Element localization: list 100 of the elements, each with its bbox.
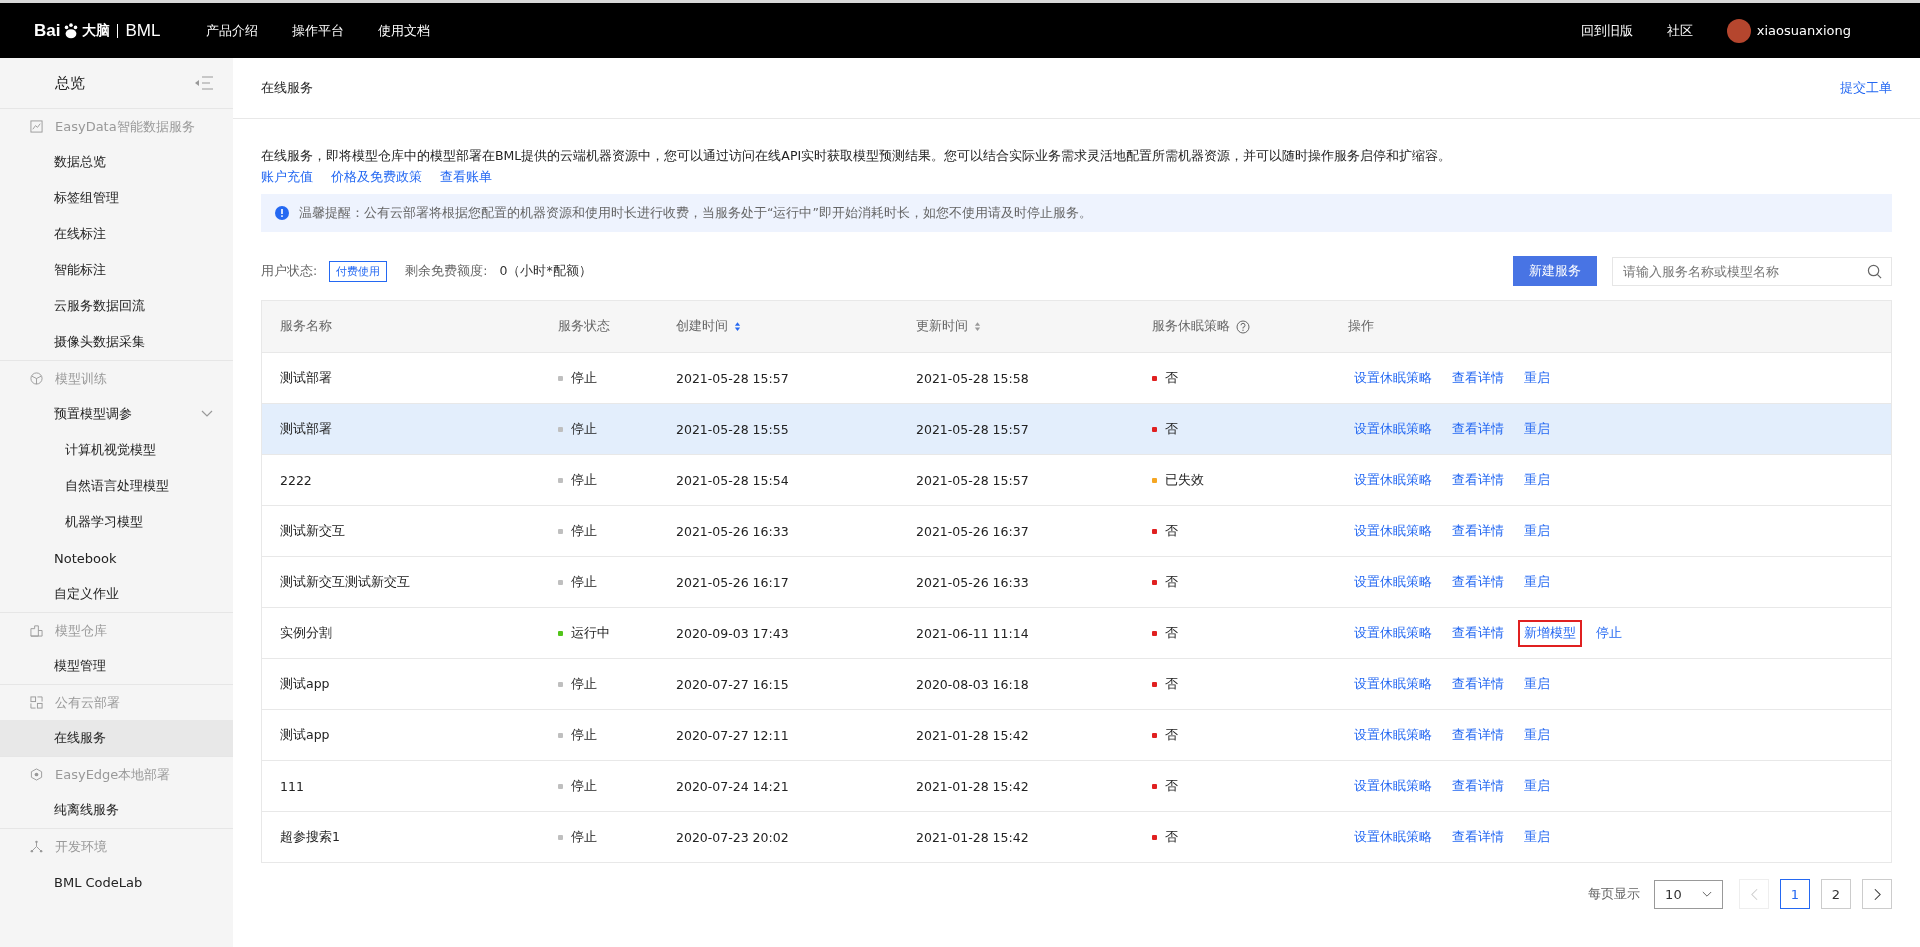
table-row[interactable]: 测试app 停止 2020-07-27 12:11 2021-01-28 15:42 否 设置休眠策略 查看详情 重启 [262,709,1891,760]
sidebar-item[interactable]: 标签组管理 [0,180,233,216]
sidebar-item[interactable]: 模型管理 [0,648,233,684]
action-link[interactable]: 重启 [1518,517,1556,545]
action-link[interactable]: 重启 [1518,364,1556,392]
next-page-button[interactable] [1862,879,1892,909]
action-link[interactable]: 重启 [1518,415,1556,443]
chevron-left-icon [1750,887,1758,901]
table-cell-text: 2021-05-28 15:57 [676,370,790,386]
sidebar-section-label: 开发环境 [55,837,107,856]
table-row[interactable]: 测试新交互测试新交互 停止 2021-05-26 16:17 2021-05-26 16:33 否 设置休眠策略 查看详情 重启 [262,556,1891,607]
sort-icon[interactable] [974,321,981,332]
alert-text: 温馨提醒：公有云部署将根据您配置的机器资源和使用时长进行收费，当服务处于“运行中”即开始消耗时长，如您不使用请及时停止服务。 [299,204,1092,222]
nav-link[interactable]: 操作平台 [292,21,344,40]
action-link[interactable]: 停止 [1590,619,1628,647]
table-row[interactable]: 超参搜索1 停止 2020-07-23 20:02 2021-01-28 15:42 否 设置休眠策略 查看详情 重启 [262,811,1891,862]
table-row[interactable]: 测试部署 停止 2021-05-28 15:55 2021-05-28 15:57 否 设置休眠策略 查看详情 重启 [262,403,1891,454]
collapse-icon[interactable] [195,76,213,90]
sidebar-item[interactable]: 机器学习模型 [0,504,233,540]
table-row[interactable]: 测试app 停止 2020-07-27 16:15 2020-08-03 16:18 否 设置休眠策略 查看详情 重启 [262,658,1891,709]
sidebar-item[interactable]: 计算机视觉模型 [0,432,233,468]
action-link[interactable]: 设置休眠策略 [1348,466,1438,494]
action-link[interactable]: 查看详情 [1446,517,1510,545]
nav-link[interactable]: 使用文档 [378,21,430,40]
new-service-button[interactable]: 新建服务 [1513,256,1597,286]
action-link[interactable]: 设置休眠策略 [1348,415,1438,443]
action-link[interactable]: 重启 [1518,823,1556,851]
action-link[interactable]: 新增模型 [1518,619,1582,647]
table-cell-text: 2021-05-26 16:37 [916,523,1030,539]
sidebar-item[interactable]: 云服务数据回流 [0,288,233,324]
action-link[interactable]: 重启 [1518,466,1556,494]
nav-link[interactable]: 社区 [1666,21,1693,40]
cube-icon [30,372,43,385]
page-size-select[interactable]: 10 [1654,879,1723,909]
action-link[interactable]: 设置休眠策略 [1348,823,1438,851]
avatar[interactable] [1726,18,1751,43]
status-text: 停止 [571,726,597,744]
sidebar-section-label: 公有云部署 [55,693,120,712]
action-link[interactable]: 重启 [1518,772,1556,800]
action-link[interactable]: 查看详情 [1446,364,1510,392]
sidebar-section-label: EasyData智能数据服务 [55,117,195,136]
sidebar-item[interactable]: 纯离线服务 [0,792,233,828]
table-row[interactable]: 111 停止 2020-07-24 14:21 2021-01-28 15:42 否 设置休眠策略 查看详情 重启 [262,760,1891,811]
table-cell-text: 111 [279,778,305,794]
table-cell-text: 2020-07-24 14:21 [676,778,790,794]
page-button[interactable]: 1 [1780,879,1810,909]
sleep-policy-text: 否 [1165,573,1178,591]
table-cell-text: 实例分割 [279,624,333,642]
action-link[interactable]: 重启 [1518,721,1556,749]
sidebar-item[interactable]: Notebook [0,540,233,576]
sidebar-item[interactable]: 在线服务 [0,720,233,756]
action-link[interactable]: 查看详情 [1446,823,1510,851]
table-cell-text: 2021-05-28 15:54 [676,472,790,488]
sidebar-group[interactable]: 预置模型调参 [0,396,233,432]
link[interactable]: 账户充值 [261,169,313,186]
action-link[interactable]: 设置休眠策略 [1348,517,1438,545]
table-cell-text: 测试app [279,726,331,744]
sidebar-item[interactable]: 智能标注 [0,252,233,288]
table-cell-text: 2021-01-28 15:42 [916,778,1030,794]
nav-link[interactable]: 回到旧版 [1580,21,1633,40]
action-link[interactable]: 查看详情 [1446,466,1510,494]
action-link[interactable]: 查看详情 [1446,415,1510,443]
action-link[interactable]: 查看详情 [1446,619,1510,647]
table-row[interactable]: 实例分割 运行中 2020-09-03 17:43 2021-06-11 11:14 否 设置休眠策略 查看详情 新增模型 停止 [262,607,1891,658]
action-link[interactable]: 设置休眠策略 [1348,670,1438,698]
sidebar-item[interactable]: 自然语言处理模型 [0,468,233,504]
table-row[interactable]: 2222 停止 2021-05-28 15:54 2021-05-28 15:57 已失效 设置休眠策略 查看详情 重启 [262,454,1891,505]
status-text: 停止 [571,471,597,489]
chevron-icon [1701,890,1712,898]
action-link[interactable]: 设置休眠策略 [1348,619,1438,647]
search-field[interactable]: 请输入服务名称或模型名称 [1612,256,1892,286]
link[interactable]: 查看账单 [440,169,492,186]
sort-icon[interactable] [734,321,741,332]
help-icon[interactable] [1236,319,1250,334]
sidebar-item[interactable]: BML CodeLab [0,864,233,900]
table-cell-text: 2020-07-23 20:02 [676,829,790,845]
ticket-link[interactable]: 提交工单 [1840,79,1892,97]
action-link[interactable]: 查看详情 [1446,721,1510,749]
action-link[interactable]: 设置休眠策略 [1348,721,1438,749]
action-link[interactable]: 重启 [1518,670,1556,698]
action-link[interactable]: 设置休眠策略 [1348,772,1438,800]
sidebar-item[interactable]: 摄像头数据采集 [0,324,233,360]
page-button[interactable]: 2 [1821,879,1851,909]
user-status-label: 用户状态: [261,262,318,280]
username[interactable]: xiaosuanxiong [1756,23,1851,38]
sidebar-item[interactable]: 数据总览 [0,144,233,180]
sleep-policy-text: 否 [1165,675,1178,693]
action-link[interactable]: 查看详情 [1446,670,1510,698]
nav-link[interactable]: 产品介绍 [206,21,258,40]
action-link[interactable]: 查看详情 [1446,772,1510,800]
sidebar-item[interactable]: 在线标注 [0,216,233,252]
action-link[interactable]: 设置休眠策略 [1348,364,1438,392]
sidebar-item[interactable]: 自定义作业 [0,576,233,612]
link[interactable]: 价格及免费政策 [331,169,422,186]
logo[interactable]: Bai 大脑 BML [34,20,206,41]
action-link[interactable]: 设置休眠策略 [1348,568,1438,596]
table-row[interactable]: 测试新交互 停止 2021-05-26 16:33 2021-05-26 16:37 否 设置休眠策略 查看详情 重启 [262,505,1891,556]
sleep-policy-text: 否 [1165,420,1178,438]
action-link[interactable]: 查看详情 [1446,568,1510,596]
action-link[interactable]: 重启 [1518,568,1556,596]
